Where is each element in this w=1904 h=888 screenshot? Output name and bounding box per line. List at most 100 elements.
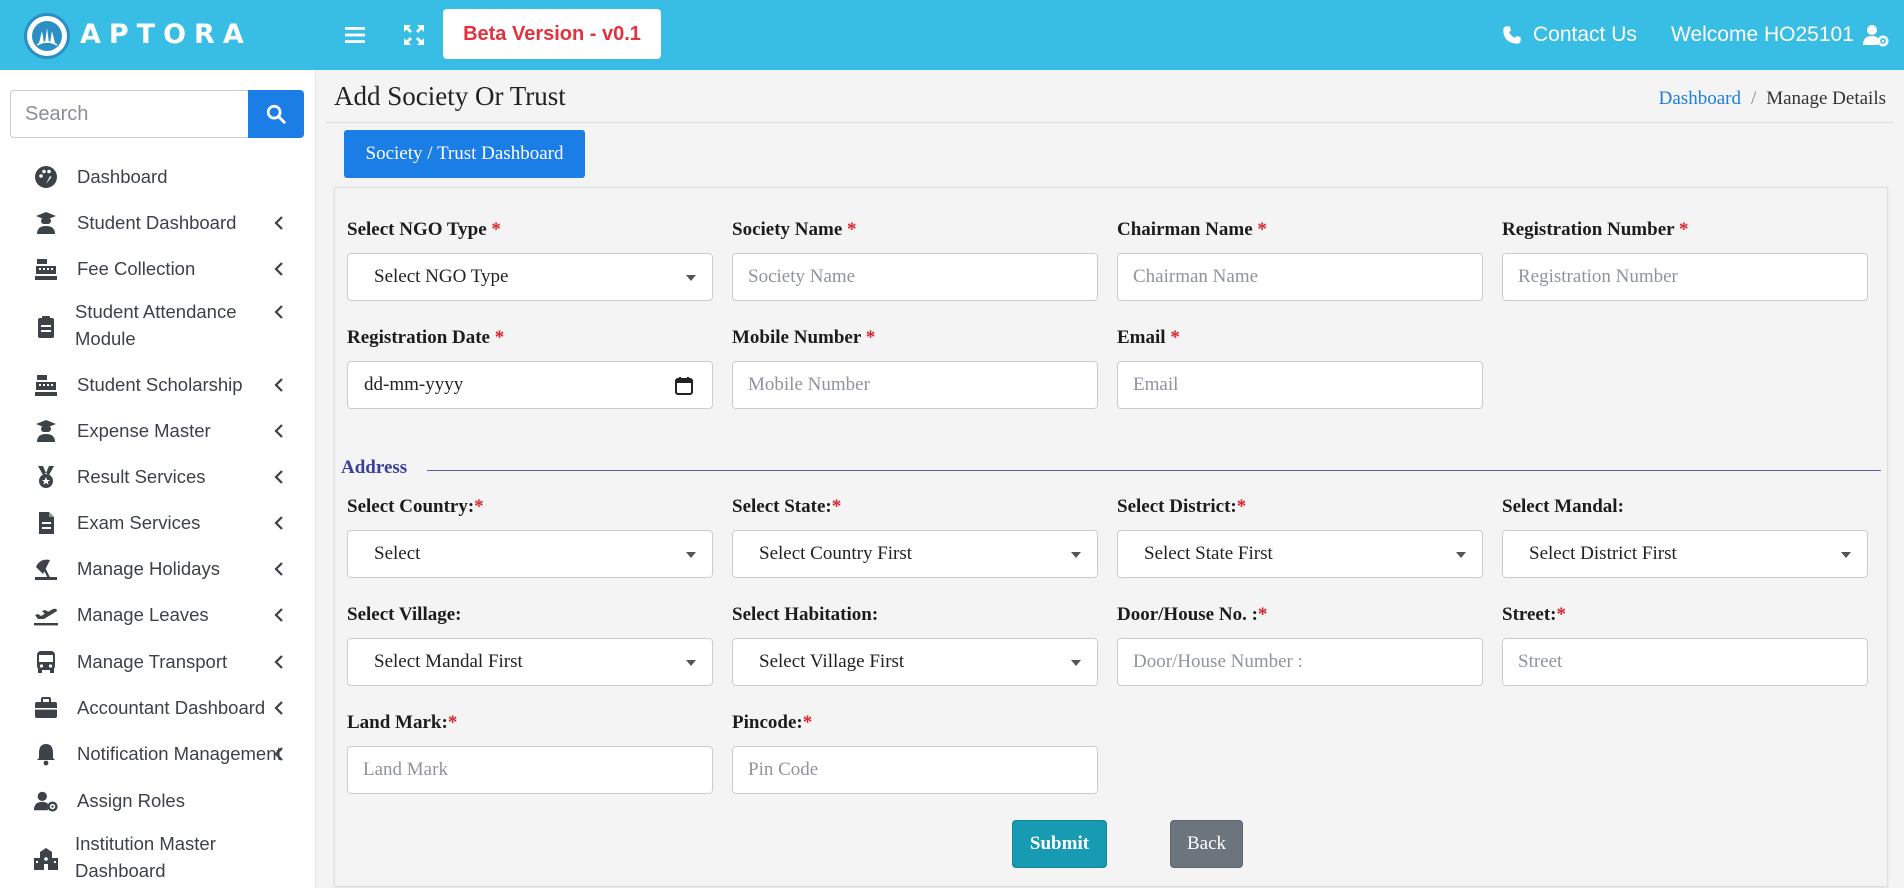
calendar-icon[interactable]	[674, 376, 694, 396]
ngo-type-label: Select NGO Type *	[347, 219, 501, 240]
state-select[interactable]: Select Country First	[732, 530, 1098, 578]
caret-down-icon	[1841, 552, 1851, 558]
street-label: Street:*	[1502, 604, 1567, 625]
sidebar-item-label: Fee Collection	[77, 258, 196, 279]
chairman-name-input[interactable]	[1117, 253, 1483, 301]
fullscreen-icon[interactable]	[400, 21, 428, 49]
submit-button[interactable]: Submit	[1012, 820, 1107, 868]
sidebar-item-label-line2: Dashboard	[75, 860, 166, 881]
pincode-label: Pincode:*	[732, 712, 813, 733]
door-label: Door/House No. :*	[1117, 604, 1268, 625]
chevron-left-icon	[274, 701, 283, 715]
country-label: Select Country:*	[347, 496, 484, 517]
sidebar-item-notification-management[interactable]: Notification Management	[0, 737, 305, 771]
caret-down-icon	[1071, 660, 1081, 666]
contact-us-label: Contact Us	[1533, 23, 1637, 46]
sidebar: Dashboard Student Dashboard Fee Collecti…	[0, 70, 315, 888]
sidebar-item-label: Expense Master	[77, 420, 211, 441]
village-label: Select Village:	[347, 604, 462, 625]
menu-toggle-icon[interactable]	[341, 21, 369, 49]
sidebar-item-expense-master[interactable]: Expense Master	[0, 414, 305, 448]
caret-down-icon	[686, 552, 696, 558]
breadcrumb-dashboard-link[interactable]: Dashboard	[1659, 88, 1741, 110]
caret-down-icon	[1071, 552, 1081, 558]
registration-date-label: Registration Date *	[347, 327, 505, 348]
sidebar-item-label: Manage Leaves	[77, 604, 209, 625]
top-bar: APTORA Beta Version - v0.1 Contact Us We…	[0, 0, 1904, 70]
sidebar-item-manage-leaves[interactable]: Manage Leaves	[0, 598, 305, 632]
sidebar-item-label-line2: Module	[75, 328, 136, 349]
sidebar-item-exam-services[interactable]: Exam Services	[0, 506, 305, 540]
sidebar-item-institution-master[interactable]: Institution Master Dashboard	[0, 830, 305, 886]
contact-us-link[interactable]: Contact Us	[1501, 21, 1637, 49]
door-house-input[interactable]	[1117, 638, 1483, 686]
sidebar-item-student-scholarship[interactable]: Student Scholarship	[0, 368, 305, 402]
sidebar-item-label: Student Dashboard	[77, 212, 237, 233]
back-button[interactable]: Back	[1170, 820, 1243, 868]
registration-date-input[interactable]: dd-mm-yyyy	[347, 361, 713, 409]
aptora-logo[interactable]	[24, 13, 70, 59]
sidebar-item-manage-transport[interactable]: Manage Transport	[0, 645, 305, 679]
breadcrumb: Dashboard / Manage Details	[1659, 88, 1886, 110]
landmark-input[interactable]	[347, 746, 713, 794]
mobile-number-input[interactable]	[732, 361, 1098, 409]
society-trust-dashboard-button[interactable]: Society / Trust Dashboard	[344, 130, 585, 178]
main-content: Add Society Or Trust Dashboard / Manage …	[316, 70, 1904, 888]
chevron-left-icon	[274, 305, 283, 319]
village-select[interactable]: Select Mandal First	[347, 638, 713, 686]
caret-down-icon	[686, 660, 696, 666]
email-input[interactable]	[1117, 361, 1483, 409]
phone-icon	[1503, 26, 1521, 44]
pincode-input[interactable]	[732, 746, 1098, 794]
sidebar-item-label: Student Attendance	[75, 301, 237, 322]
village-value: Select Mandal First	[374, 651, 523, 672]
district-select[interactable]: Select State First	[1117, 530, 1483, 578]
street-input[interactable]	[1502, 638, 1868, 686]
sidebar-item-dashboard[interactable]: Dashboard	[0, 160, 305, 194]
registration-number-input[interactable]	[1502, 253, 1868, 301]
briefcase-icon	[33, 695, 59, 721]
sidebar-item-label: Dashboard	[77, 166, 168, 187]
address-divider	[427, 470, 1881, 471]
society-form-card: Select NGO Type * Select NGO Type Societ…	[334, 187, 1888, 887]
ngo-type-select[interactable]: Select NGO Type	[347, 253, 713, 301]
sidebar-item-label: Manage Transport	[77, 651, 228, 672]
graduate-icon	[33, 210, 59, 236]
sidebar-item-accountant-dashboard[interactable]: Accountant Dashboard	[0, 691, 305, 725]
sidebar-item-label: Manage Holidays	[77, 558, 220, 579]
sidebar-item-student-dashboard[interactable]: Student Dashboard	[0, 206, 305, 240]
registration-date-value: dd-mm-yyyy	[364, 374, 464, 395]
beta-version-badge[interactable]: Beta Version - v0.1	[443, 9, 661, 59]
chevron-left-icon	[274, 216, 283, 230]
medal-icon	[33, 464, 59, 490]
mobile-number-label: Mobile Number *	[732, 327, 876, 348]
search-input[interactable]	[10, 90, 248, 138]
school-icon	[33, 846, 59, 872]
address-legend: Address	[341, 457, 408, 478]
search-icon	[266, 104, 286, 124]
user-menu[interactable]: Welcome HO25101	[1671, 21, 1890, 49]
chevron-left-icon	[274, 516, 283, 530]
sidebar-item-manage-holidays[interactable]: Manage Holidays	[0, 552, 305, 586]
user-gear-icon	[33, 788, 59, 814]
breadcrumb-current: Manage Details	[1766, 88, 1886, 109]
sidebar-item-result-services[interactable]: Result Services	[0, 460, 305, 494]
sidebar-item-student-attendance[interactable]: Student Attendance Module	[0, 298, 305, 354]
mandal-value: Select District First	[1529, 543, 1677, 564]
mandal-select[interactable]: Select District First	[1502, 530, 1868, 578]
habitation-select[interactable]: Select Village First	[732, 638, 1098, 686]
brand-name: APTORA	[80, 19, 252, 50]
ngo-type-value: Select NGO Type	[374, 266, 509, 287]
palette-icon	[33, 164, 59, 190]
chevron-left-icon	[274, 655, 283, 669]
sidebar-item-label: Notification Management	[77, 743, 282, 764]
society-name-input[interactable]	[732, 253, 1098, 301]
sidebar-item-label: Assign Roles	[77, 790, 185, 811]
sidebar-item-assign-roles[interactable]: Assign Roles	[0, 784, 305, 818]
search-button[interactable]	[248, 90, 304, 138]
cash-register-icon	[33, 372, 59, 398]
country-select[interactable]: Select	[347, 530, 713, 578]
chairman-name-label: Chairman Name *	[1117, 219, 1267, 240]
email-label: Email *	[1117, 327, 1180, 348]
sidebar-item-fee-collection[interactable]: Fee Collection	[0, 252, 305, 286]
